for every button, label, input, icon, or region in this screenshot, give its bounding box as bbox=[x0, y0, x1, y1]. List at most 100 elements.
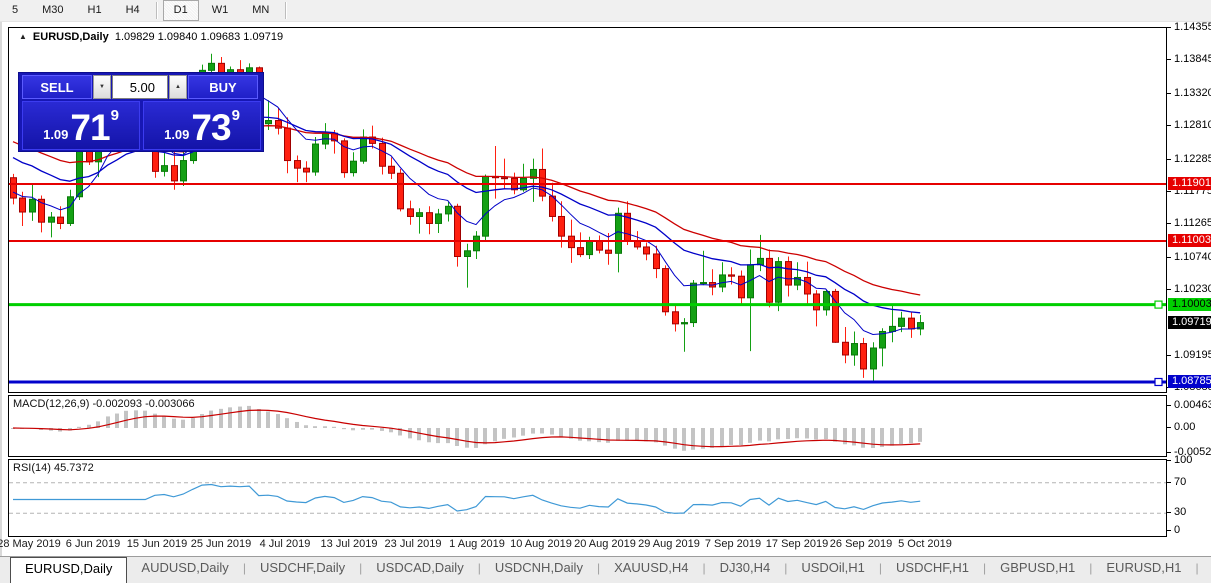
date-label: 7 Sep 2019 bbox=[705, 538, 761, 550]
rsi-plot bbox=[9, 460, 1166, 536]
rsi-tick bbox=[1166, 512, 1171, 513]
date-label: 15 Jun 2019 bbox=[127, 538, 188, 550]
macd-label: MACD(12,26,9) -0.002093 -0.003066 bbox=[13, 398, 195, 410]
one-click-trade-panel: SELL ▼ ▲ BUY 1.09 71 9 1.09 73 9 bbox=[18, 72, 264, 152]
rsi-tick-label: 0 bbox=[1174, 524, 1180, 537]
tab-item-usdcnh-daily[interactable]: USDCNH,Daily bbox=[481, 557, 597, 581]
timeframe-button-5[interactable]: 5 bbox=[1, 0, 29, 21]
macd-tick-label: 0.00463 bbox=[1174, 399, 1211, 412]
main-chart-panel[interactable]: ▲ EURUSD,Daily 1.09829 1.09840 1.09683 1.… bbox=[8, 27, 1167, 393]
chart-title: ▲ EURUSD,Daily 1.09829 1.09840 1.09683 1.… bbox=[19, 31, 283, 43]
date-label: 6 Jun 2019 bbox=[66, 538, 120, 550]
tab-item-usdoil-h1[interactable]: USDOil,H1 bbox=[787, 557, 879, 581]
price-line-label: 1.10003 bbox=[1168, 298, 1211, 311]
tab-item-gbpaud-h1[interactable]: GBPAUD,H1 bbox=[1199, 557, 1211, 581]
rsi-axis: 10070300 bbox=[1166, 459, 1211, 538]
price-axis: 1.143551.138451.133201.128101.122851.117… bbox=[1166, 27, 1211, 394]
price-tick bbox=[1166, 223, 1171, 224]
rsi-tick bbox=[1166, 482, 1171, 483]
buy-button[interactable]: BUY bbox=[188, 75, 258, 99]
ask-price-display[interactable]: 1.09 73 9 bbox=[143, 101, 261, 150]
price-tick bbox=[1166, 159, 1171, 160]
bid-pipette: 9 bbox=[111, 107, 119, 124]
price-tick bbox=[1166, 191, 1171, 192]
timeframe-button-h1[interactable]: H1 bbox=[77, 0, 113, 21]
price-tick bbox=[1166, 93, 1171, 94]
ask-pipette: 9 bbox=[232, 107, 240, 124]
sell-button[interactable]: SELL bbox=[22, 75, 92, 99]
price-tick-label: 1.13845 bbox=[1174, 53, 1211, 66]
date-label: 29 Aug 2019 bbox=[638, 538, 700, 550]
price-tick-label: 1.09195 bbox=[1174, 349, 1211, 362]
macd-indicator-panel[interactable]: MACD(12,26,9) -0.002093 -0.003066 bbox=[8, 395, 1167, 457]
date-label: 17 Sep 2019 bbox=[766, 538, 828, 550]
ask-big-digits: 73 bbox=[191, 110, 230, 146]
rsi-tick-label: 30 bbox=[1174, 506, 1186, 519]
volume-decrease-button[interactable]: ▼ bbox=[93, 75, 111, 99]
price-tick-label: 1.11265 bbox=[1174, 217, 1211, 230]
current-price-label: 1.09719 bbox=[1168, 316, 1211, 329]
price-line-label: 1.11901 bbox=[1168, 177, 1211, 190]
price-tick bbox=[1166, 27, 1171, 28]
tab-item-usdcad-daily[interactable]: USDCAD,Daily bbox=[362, 557, 477, 581]
rsi-tick-label: 100 bbox=[1174, 454, 1192, 467]
date-label: 5 Oct 2019 bbox=[898, 538, 952, 550]
macd-tick bbox=[1166, 405, 1171, 406]
price-tick bbox=[1166, 257, 1171, 258]
rsi-tick bbox=[1166, 460, 1171, 461]
timeframe-button-mn[interactable]: MN bbox=[241, 0, 280, 21]
chart-ohlc-values: 1.09829 1.09840 1.09683 1.09719 bbox=[115, 31, 283, 43]
timeframe-button-d1[interactable]: D1 bbox=[163, 0, 199, 21]
toolbar-separator bbox=[156, 2, 158, 19]
tab-item-dj30-h4[interactable]: DJ30,H4 bbox=[706, 557, 785, 581]
price-line-label: 1.08785 bbox=[1168, 375, 1211, 388]
timeframe-button-m30[interactable]: M30 bbox=[31, 0, 74, 21]
volume-input[interactable] bbox=[112, 75, 168, 99]
chart-symbol-label: EURUSD,Daily bbox=[33, 31, 109, 43]
tab-item-eurusd-h1[interactable]: EURUSD,H1 bbox=[1092, 557, 1195, 581]
date-label: 28 May 2019 bbox=[0, 538, 61, 550]
tab-item-gbpusd-h1[interactable]: GBPUSD,H1 bbox=[986, 557, 1089, 581]
bid-prefix: 1.09 bbox=[43, 127, 68, 142]
time-axis: 28 May 20196 Jun 201915 Jun 201925 Jun 2… bbox=[8, 537, 1167, 553]
collapse-triangle-icon[interactable]: ▲ bbox=[19, 32, 27, 41]
tab-item-eurusd-daily[interactable]: EURUSD,Daily bbox=[10, 557, 127, 583]
price-tick bbox=[1166, 59, 1171, 60]
tab-item-xauusd-h4[interactable]: XAUUSD,H4 bbox=[600, 557, 702, 581]
bid-price-display[interactable]: 1.09 71 9 bbox=[22, 101, 140, 150]
rsi-tick-label: 70 bbox=[1174, 476, 1186, 489]
macd-axis: 0.004630.00-0.005299 bbox=[1166, 395, 1211, 458]
price-tick-label: 1.10230 bbox=[1174, 283, 1211, 296]
timeframe-button-w1[interactable]: W1 bbox=[201, 0, 240, 21]
price-line-label: 1.11003 bbox=[1168, 234, 1211, 247]
date-label: 25 Jun 2019 bbox=[191, 538, 252, 550]
volume-increase-button[interactable]: ▲ bbox=[169, 75, 187, 99]
price-tick bbox=[1166, 125, 1171, 126]
ask-prefix: 1.09 bbox=[164, 127, 189, 142]
timeframe-toolbar: 5M30H1H4 D1W1MN bbox=[0, 0, 1211, 22]
tab-item-usdchf-h1[interactable]: USDCHF,H1 bbox=[882, 557, 983, 581]
timeframe-button-h4[interactable]: H4 bbox=[115, 0, 151, 21]
date-label: 13 Jul 2019 bbox=[321, 538, 378, 550]
rsi-indicator-panel[interactable]: RSI(14) 45.7372 bbox=[8, 459, 1167, 537]
date-label: 1 Aug 2019 bbox=[449, 538, 505, 550]
tab-item-audusd-daily[interactable]: AUDUSD,Daily bbox=[127, 557, 242, 581]
date-label: 20 Aug 2019 bbox=[574, 538, 636, 550]
price-tick-label: 1.14355 bbox=[1174, 21, 1211, 34]
price-tick bbox=[1166, 355, 1171, 356]
rsi-tick bbox=[1166, 530, 1171, 531]
price-tick-label: 1.13320 bbox=[1174, 87, 1211, 100]
price-tick-label: 1.12285 bbox=[1174, 153, 1211, 166]
chart-tab-bar: EURUSD,DailyAUDUSD,Daily|USDCHF,Daily|US… bbox=[0, 556, 1211, 583]
toolbar-separator bbox=[285, 2, 287, 19]
macd-tick-label: 0.00 bbox=[1174, 421, 1195, 434]
price-tick-label: 1.12810 bbox=[1174, 119, 1211, 132]
price-tick bbox=[1166, 289, 1171, 290]
tab-item-usdchf-daily[interactable]: USDCHF,Daily bbox=[246, 557, 359, 581]
rsi-label: RSI(14) 45.7372 bbox=[13, 462, 94, 474]
bid-big-digits: 71 bbox=[70, 110, 109, 146]
date-label: 23 Jul 2019 bbox=[385, 538, 442, 550]
price-tick-label: 1.10740 bbox=[1174, 251, 1211, 264]
date-label: 4 Jul 2019 bbox=[260, 538, 311, 550]
macd-tick bbox=[1166, 427, 1171, 428]
